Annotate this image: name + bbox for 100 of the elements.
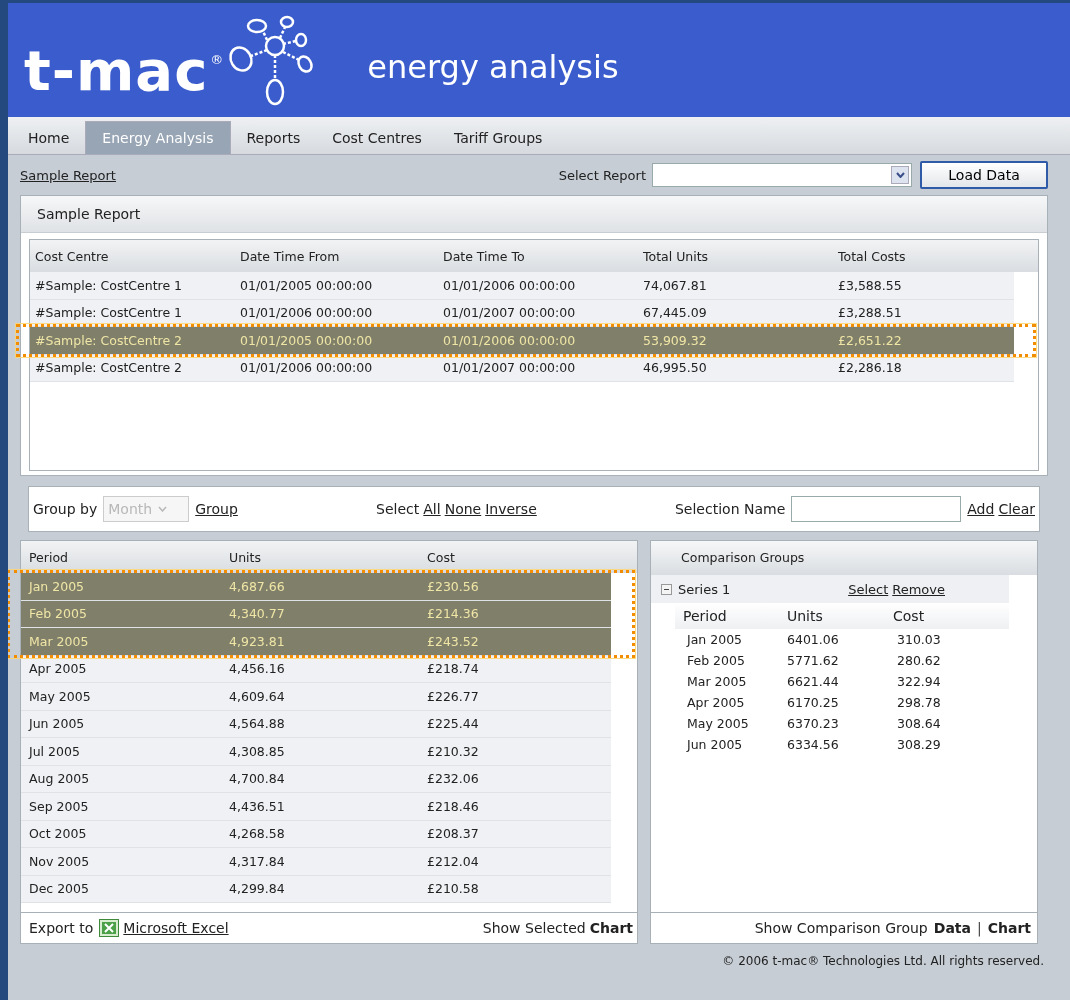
table-cell-text: Oct 2005 — [29, 826, 88, 842]
table-cell-text: £3,288.51 — [838, 305, 903, 321]
table-cell-text: 298.78 — [897, 695, 942, 710]
all-link[interactable]: All — [423, 501, 441, 517]
nav-tab[interactable]: Home — [12, 121, 86, 154]
column-header: Cost — [427, 549, 456, 565]
table-cell-text: Apr 2005 — [687, 695, 746, 710]
inverse-link[interactable]: Inverse — [485, 501, 537, 517]
table-cell-text: 6401.06 — [787, 632, 840, 647]
table-cell-text: 6334.56 — [787, 737, 840, 752]
table-cell-text: Dec 2005 — [29, 881, 90, 897]
dropdown-caret-icon — [891, 166, 909, 184]
table-cell-text: 01/01/2006 00:00:00 — [240, 305, 374, 321]
table-cell-text: 5771.62 — [787, 653, 840, 668]
table-cell-text: £214.36 — [427, 606, 480, 622]
table-cell-text: 01/01/2006 00:00:00 — [240, 360, 374, 376]
table-cell-text: £212.04 — [427, 853, 480, 869]
copyright-text: © 2006 t-mac® Technologies Ltd. All rights reserved. — [722, 954, 1044, 968]
table-cell-text: 4,308.85 — [229, 743, 286, 759]
show-selected-label: Show Selected — [482, 920, 586, 936]
table-cell-text: £208.37 — [427, 826, 480, 842]
period-row[interactable]: Jun 2005 4,564.88 £225.44 — [21, 710, 611, 738]
table-cell-text: £3,588.55 — [838, 277, 903, 293]
table-cell-text: Jun 2005 — [29, 716, 86, 732]
table-cell-text: Feb 2005 — [29, 606, 88, 622]
selection-action-link[interactable]: Clear — [998, 501, 1035, 517]
series-name: Series 1 — [678, 581, 731, 597]
group-link[interactable]: Group — [195, 501, 238, 517]
selection-action-link[interactable]: Add — [967, 501, 995, 517]
period-row[interactable]: Aug 2005 4,700.84 £232.06 — [21, 765, 611, 793]
table-cell-text: #Sample: CostCentre 1 — [35, 305, 184, 321]
table-cell-text: Mar 2005 — [29, 633, 90, 649]
table-cell-text: 4,456.16 — [229, 661, 286, 677]
column-header: Period — [29, 549, 69, 565]
export-label: Export to — [29, 920, 94, 936]
selection-name-label: Selection Name — [675, 501, 786, 517]
period-row[interactable]: Oct 2005 4,268.58 £208.37 — [21, 820, 611, 848]
table-cell-text: 308.64 — [897, 716, 942, 731]
column-header: Cost — [893, 608, 926, 624]
table-cell-text: 01/01/2005 00:00:00 — [240, 332, 374, 348]
series-action-link[interactable]: Remove — [892, 581, 945, 597]
logo-text: t-mac — [24, 37, 209, 103]
period-row[interactable]: Nov 2005 4,317.84 £212.04 — [21, 848, 611, 876]
table-cell-text: 6170.25 — [787, 695, 840, 710]
table-cell-text: 01/01/2006 00:00:00 — [443, 277, 577, 293]
table-cell-text: 6370.23 — [787, 716, 840, 731]
table-cell-text: #Sample: CostCentre 1 — [35, 277, 184, 293]
select-report-label: Select Report — [558, 167, 646, 183]
table-cell-text: Mar 2005 — [687, 674, 748, 689]
chart-link[interactable]: Chart — [589, 920, 633, 936]
table-cell-text: £225.44 — [427, 716, 480, 732]
period-row[interactable]: Jul 2005 4,308.85 £210.32 — [21, 738, 611, 766]
separator: | — [977, 920, 982, 936]
none-link[interactable]: None — [444, 501, 482, 517]
table-cell-text: Nov 2005 — [29, 853, 91, 869]
column-header: Date Time To — [443, 248, 526, 264]
report-dropdown[interactable] — [652, 163, 912, 187]
report-row[interactable]: #Sample: CostCentre 2 01/01/2006 00:00:00 01/01/2007 00:00:00 46,995.50 £2,286.18 — [30, 354, 1014, 382]
data-link[interactable]: Data — [933, 920, 971, 936]
table-cell-text: Aug 2005 — [29, 771, 91, 787]
table-cell-text: Apr 2005 — [29, 661, 88, 677]
selection-name-field[interactable] — [791, 496, 962, 522]
table-cell-text: 4,923.81 — [229, 633, 286, 649]
table-cell-text: Jul 2005 — [29, 743, 81, 759]
excel-export-link[interactable]: Microsoft Excel — [123, 920, 229, 936]
table-cell-text: May 2005 — [687, 716, 750, 731]
table-cell-text: Jan 2005 — [29, 578, 86, 594]
table-cell-text: 53,909.32 — [643, 332, 708, 348]
panel-title: Sample Report — [21, 196, 1047, 233]
nav-tab[interactable]: Tariff Groups — [437, 121, 559, 154]
table-cell-text: 322.94 — [897, 674, 942, 689]
spreadsheet-icon — [99, 919, 120, 937]
table-cell-text: 280.62 — [897, 653, 942, 668]
table-cell-text: 4,700.84 — [229, 771, 286, 787]
nav-tab[interactable]: Reports — [230, 121, 317, 154]
period-row[interactable]: Apr 2005 4,456.16 £218.74 — [21, 655, 611, 683]
report-link[interactable]: Sample Report — [20, 167, 116, 183]
series-action-link[interactable]: Select — [848, 581, 889, 597]
table-cell-text: £218.46 — [427, 798, 480, 814]
table-cell-text: £2,651.22 — [838, 332, 903, 348]
period-row[interactable]: Dec 2005 4,299.84 £210.58 — [21, 875, 611, 903]
table-cell-text: £226.77 — [427, 688, 480, 704]
table-cell-text: 308.29 — [897, 737, 942, 752]
chart-link[interactable]: Chart — [987, 920, 1031, 936]
report-row[interactable]: #Sample: CostCentre 1 01/01/2005 00:00:00 01/01/2006 00:00:00 74,067.81 £3,588.55 — [30, 272, 1014, 300]
table-cell-text: 01/01/2005 00:00:00 — [240, 277, 374, 293]
table-cell-text: 67,445.09 — [643, 305, 708, 321]
collapse-toggle-icon[interactable] — [661, 583, 672, 595]
table-cell-text: 4,299.84 — [229, 881, 286, 897]
period-row[interactable]: Sep 2005 4,436.51 £218.46 — [21, 793, 611, 821]
table-cell-text: 46,995.50 — [643, 360, 708, 376]
table-cell-text: 4,564.88 — [229, 716, 286, 732]
table-cell-text: 6621.44 — [787, 674, 840, 689]
load-data-button[interactable]: Load Data — [920, 161, 1048, 189]
nav-tab[interactable]: Cost Centres — [316, 121, 438, 154]
table-cell-text: 01/01/2007 00:00:00 — [443, 360, 577, 376]
table-cell-text: Jun 2005 — [687, 737, 744, 752]
table-cell-text: £2,286.18 — [838, 360, 903, 376]
show-comparison-label: Show Comparison Group — [754, 920, 928, 936]
period-row[interactable]: May 2005 4,609.64 £226.77 — [21, 683, 611, 711]
